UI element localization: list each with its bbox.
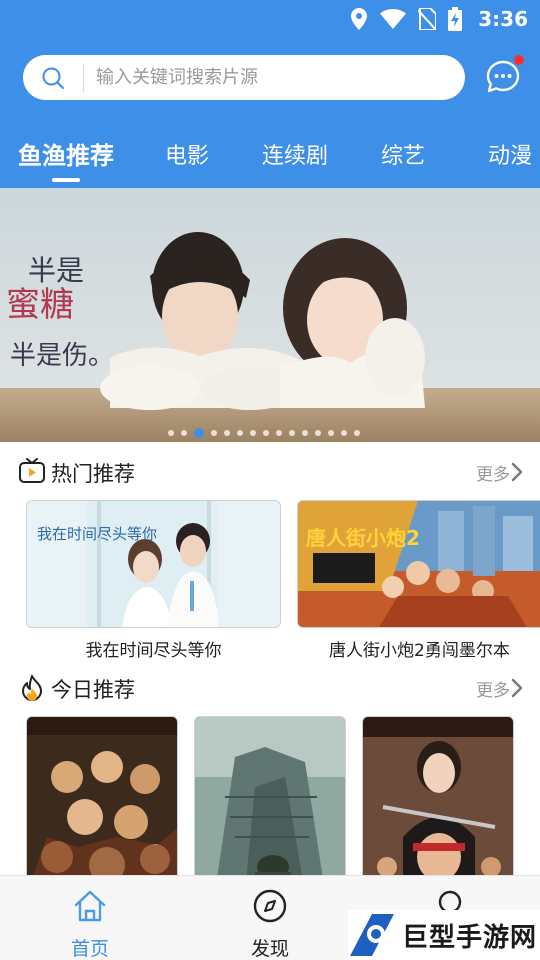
carousel-dot[interactable]: [250, 430, 256, 436]
location-icon: [350, 8, 368, 30]
carousel-dot[interactable]: [315, 430, 321, 436]
banner-title-line2: 蜜糖: [6, 285, 74, 325]
today-section-title: 今日推荐: [51, 678, 135, 702]
movie-card[interactable]: [26, 716, 178, 891]
nav-home[interactable]: 首页: [50, 886, 130, 960]
movie-card[interactable]: 唐人街小炮2: [297, 500, 540, 628]
carousel-dot[interactable]: [302, 430, 308, 436]
movie-card[interactable]: [362, 716, 514, 891]
category-tabs: 鱼渔推荐 电影 连续剧 综艺 动漫: [0, 132, 540, 182]
carousel-dot[interactable]: [168, 430, 174, 436]
movie-card[interactable]: 我在时间尽头等你: [26, 500, 281, 628]
flame-icon: [22, 675, 42, 701]
nav-discover[interactable]: 发现: [230, 886, 310, 960]
carousel-dot-active[interactable]: [194, 428, 204, 438]
tab-recommend[interactable]: 鱼渔推荐: [18, 136, 114, 171]
app-header: 3:36 鱼渔推荐 电影 连续剧 综艺 动漫: [0, 0, 540, 188]
movie-poster: [195, 717, 345, 890]
carousel-dot[interactable]: [224, 430, 230, 436]
carousel-dot[interactable]: [341, 430, 347, 436]
message-button[interactable]: [484, 55, 524, 96]
status-icons: 3:36: [350, 5, 528, 33]
banner-title-line1: 半是: [28, 254, 84, 287]
poster-text: 唐人街小炮2: [306, 526, 420, 550]
carousel-dot[interactable]: [354, 430, 360, 436]
banner-poster: 半是 蜜糖 半是伤。: [0, 188, 540, 442]
nav-label: 发现: [250, 938, 289, 960]
movie-poster: 唐人街小炮2: [298, 501, 540, 627]
carousel-dot[interactable]: [263, 430, 269, 436]
nav-label: 首页: [70, 938, 109, 960]
today-more-link[interactable]: 更多: [476, 676, 510, 701]
movie-poster: [363, 717, 513, 890]
movie-card[interactable]: [194, 716, 346, 891]
movie-poster: 我在时间尽头等你: [27, 501, 280, 627]
wifi-icon: [380, 9, 407, 29]
carousel-dot[interactable]: [237, 430, 243, 436]
tv-play-icon: [19, 458, 45, 483]
carousel-indicators: [168, 428, 360, 438]
no-sim-icon: [418, 8, 437, 30]
status-time: 3:36: [478, 7, 528, 31]
banner-title-line3: 半是伤。: [10, 341, 114, 371]
tab-series[interactable]: 连续剧: [262, 138, 328, 170]
search-icon[interactable]: [23, 55, 83, 100]
hot-more-link[interactable]: 更多: [476, 460, 510, 485]
unread-badge: [514, 55, 524, 65]
carousel-dot[interactable]: [289, 430, 295, 436]
watermark-text: 巨型手游网: [402, 922, 538, 953]
hot-section-header: 热门推荐 更多: [0, 452, 540, 492]
chevron-right-icon[interactable]: [511, 678, 523, 698]
chat-bubble-icon: [486, 60, 520, 93]
hot-section-title: 热门推荐: [51, 462, 135, 486]
compass-icon: [253, 889, 287, 923]
today-section-header: 今日推荐 更多: [0, 668, 540, 708]
carousel-dot[interactable]: [328, 430, 334, 436]
tab-anime[interactable]: 动漫: [488, 138, 532, 170]
movie-title[interactable]: 我在时间尽头等你: [26, 636, 281, 661]
chevron-right-icon[interactable]: [511, 462, 523, 482]
carousel-dot[interactable]: [276, 430, 282, 436]
search-input[interactable]: [84, 67, 424, 88]
movie-title[interactable]: 唐人街小炮2勇闯墨尔本: [297, 636, 540, 661]
movie-poster: [27, 717, 177, 890]
search-bar[interactable]: [23, 55, 465, 100]
carousel-dot[interactable]: [211, 430, 217, 436]
active-tab-indicator: [52, 178, 80, 182]
home-icon: [74, 890, 106, 922]
banner-carousel[interactable]: 半是 蜜糖 半是伤。: [0, 188, 540, 442]
watermark-logo-icon: [350, 914, 394, 956]
battery-charging-icon: [448, 7, 463, 31]
tab-movie[interactable]: 电影: [165, 138, 209, 170]
carousel-dot[interactable]: [181, 430, 187, 436]
tab-variety[interactable]: 综艺: [381, 138, 425, 170]
poster-text: 我在时间尽头等你: [37, 525, 157, 543]
status-bar: 3:36: [0, 0, 540, 38]
watermark: 巨型手游网: [348, 910, 540, 960]
